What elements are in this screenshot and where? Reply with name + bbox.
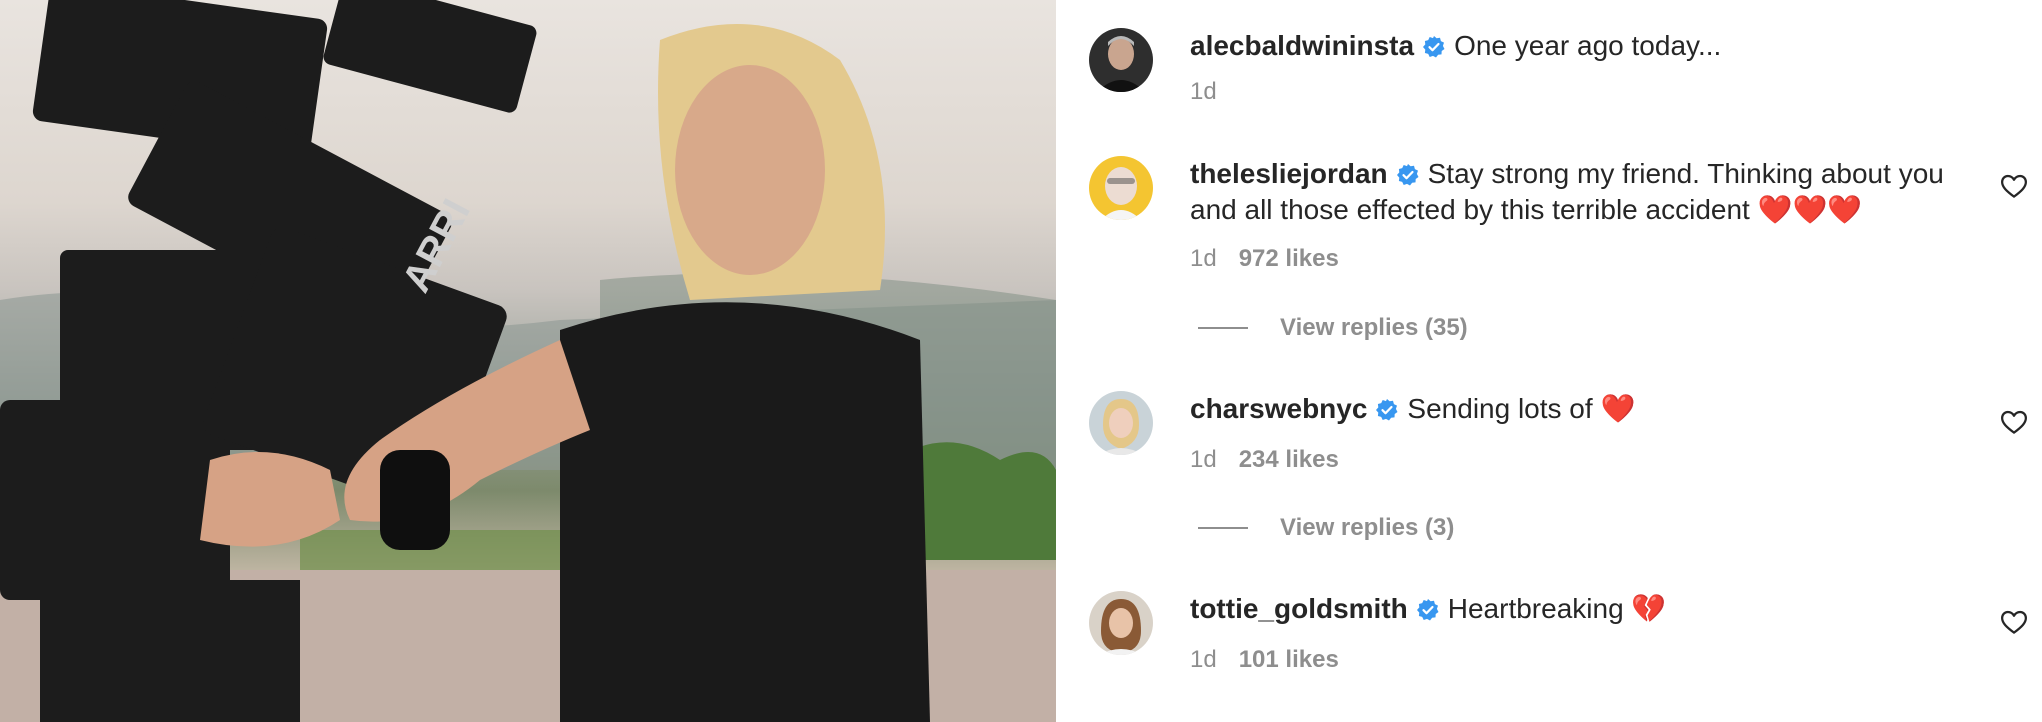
caption-text: One year ago today... [1454, 30, 1722, 61]
verified-badge-icon [1422, 32, 1446, 58]
replies-divider [1198, 327, 1248, 329]
likes-count[interactable]: 101 likes [1239, 646, 1339, 673]
verified-badge-icon [1375, 395, 1399, 421]
avatar-image [1089, 156, 1153, 220]
comment-text-continued: and all those effected by this terrible … [1190, 194, 1863, 225]
view-replies-button[interactable]: View replies (35) [1198, 314, 1468, 342]
comment-text: Sending lots of ❤️ [1407, 393, 1636, 424]
avatar-image [1089, 28, 1153, 92]
verified-badge-icon [1396, 160, 1420, 186]
timestamp[interactable]: 1d [1190, 245, 1217, 272]
comment-text: Heartbreaking 💔 [1447, 593, 1667, 624]
view-replies-label: View replies (35) [1280, 314, 1468, 341]
username-link[interactable]: thelesliejordan [1190, 158, 1388, 189]
likes-count[interactable]: 972 likes [1239, 245, 1339, 272]
timestamp[interactable]: 1d [1190, 646, 1217, 673]
username-link[interactable]: alecbaldwininsta [1190, 30, 1414, 61]
likes-count[interactable]: 234 likes [1239, 446, 1339, 473]
comment-text: Stay strong my friend. Thinking about yo… [1427, 158, 1944, 189]
replies-divider [1198, 527, 1248, 529]
view-replies-button[interactable]: View replies (3) [1198, 514, 1454, 542]
avatar-image [1089, 391, 1153, 455]
avatar[interactable] [1089, 591, 1153, 655]
heart-outline-icon[interactable] [1999, 607, 2029, 637]
avatar[interactable] [1089, 28, 1153, 92]
view-replies-label: View replies (3) [1280, 514, 1455, 541]
comments-panel: alecbaldwininsta One year ago today... 1d… [1056, 0, 2042, 722]
timestamp[interactable]: 1d [1190, 446, 1217, 473]
avatar[interactable] [1089, 156, 1153, 220]
username-link[interactable]: charswebnyc [1190, 393, 1367, 424]
verified-badge-icon [1416, 595, 1440, 621]
timestamp[interactable]: 1d [1190, 78, 1217, 105]
post-image-illustration: ARRI [0, 0, 1056, 722]
post-image: ARRI [0, 0, 1056, 722]
heart-outline-icon[interactable] [1999, 407, 2029, 437]
avatar[interactable] [1089, 391, 1153, 455]
username-link[interactable]: tottie_goldsmith [1190, 593, 1408, 624]
avatar-image [1089, 591, 1153, 655]
heart-outline-icon[interactable] [1999, 171, 2029, 201]
